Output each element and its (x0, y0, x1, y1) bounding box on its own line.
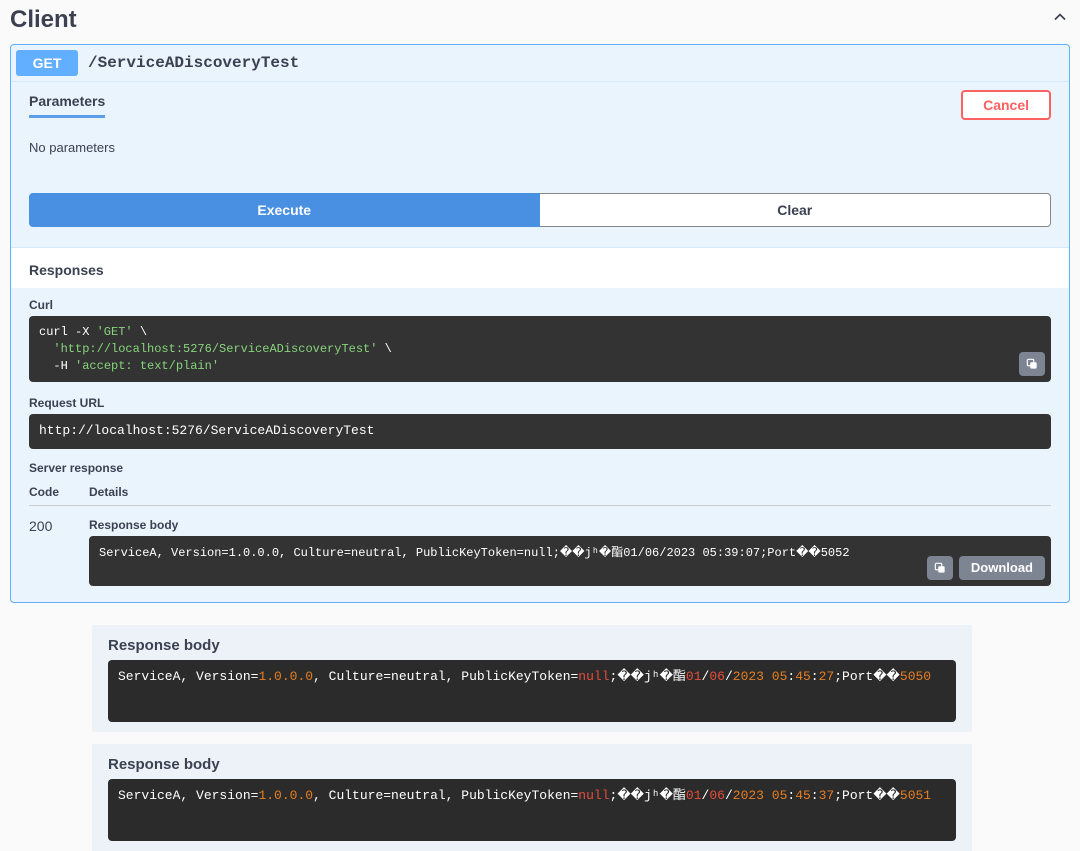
copy-response-button[interactable] (927, 556, 953, 580)
details-column-header: Details (89, 485, 1051, 499)
response-body-label: Response body (108, 637, 956, 654)
response-body-panel: Response body ServiceA, Version=1.0.0.0,… (92, 625, 972, 732)
curl-code: curl -X 'GET' \ 'http://localhost:5276/S… (29, 316, 1051, 382)
responses-heading: Responses (11, 247, 1069, 288)
response-body-content: ServiceA, Version=1.0.0.0, Culture=neutr… (89, 536, 1051, 586)
server-response-label: Server response (29, 461, 1051, 475)
http-method-badge: GET (16, 50, 78, 76)
endpoint-path: /ServiceADiscoveryTest (88, 54, 299, 72)
curl-label: Curl (29, 298, 1051, 312)
status-code: 200 (29, 518, 89, 586)
client-title: Client (10, 6, 77, 34)
chevron-up-icon (1050, 6, 1070, 34)
clear-button[interactable]: Clear (540, 193, 1052, 227)
cancel-button[interactable]: Cancel (961, 90, 1051, 120)
operation-block: GET /ServiceADiscoveryTest Parameters Ca… (10, 44, 1070, 603)
response-row: 200 Response body ServiceA, Version=1.0.… (29, 506, 1051, 586)
code-column-header: Code (29, 485, 89, 499)
request-url-value: http://localhost:5276/ServiceADiscoveryT… (29, 414, 1051, 448)
response-body-label: Response body (108, 756, 956, 773)
response-body-label: Response body (89, 518, 1051, 532)
response-body-content: ServiceA, Version=1.0.0.0, Culture=neutr… (108, 779, 956, 841)
download-button[interactable]: Download (959, 556, 1045, 580)
request-url-label: Request URL (29, 396, 1051, 410)
parameters-tab[interactable]: Parameters (29, 93, 105, 118)
no-parameters-text: No parameters (11, 128, 1069, 179)
copy-curl-button[interactable] (1019, 352, 1045, 376)
operation-summary[interactable]: GET /ServiceADiscoveryTest (11, 45, 1069, 81)
response-body-content: ServiceA, Version=1.0.0.0, Culture=neutr… (108, 660, 956, 722)
execute-button[interactable]: Execute (29, 193, 540, 227)
response-body-panel: Response body ServiceA, Version=1.0.0.0,… (92, 744, 972, 851)
client-section-toggle[interactable]: Client (0, 0, 1080, 40)
